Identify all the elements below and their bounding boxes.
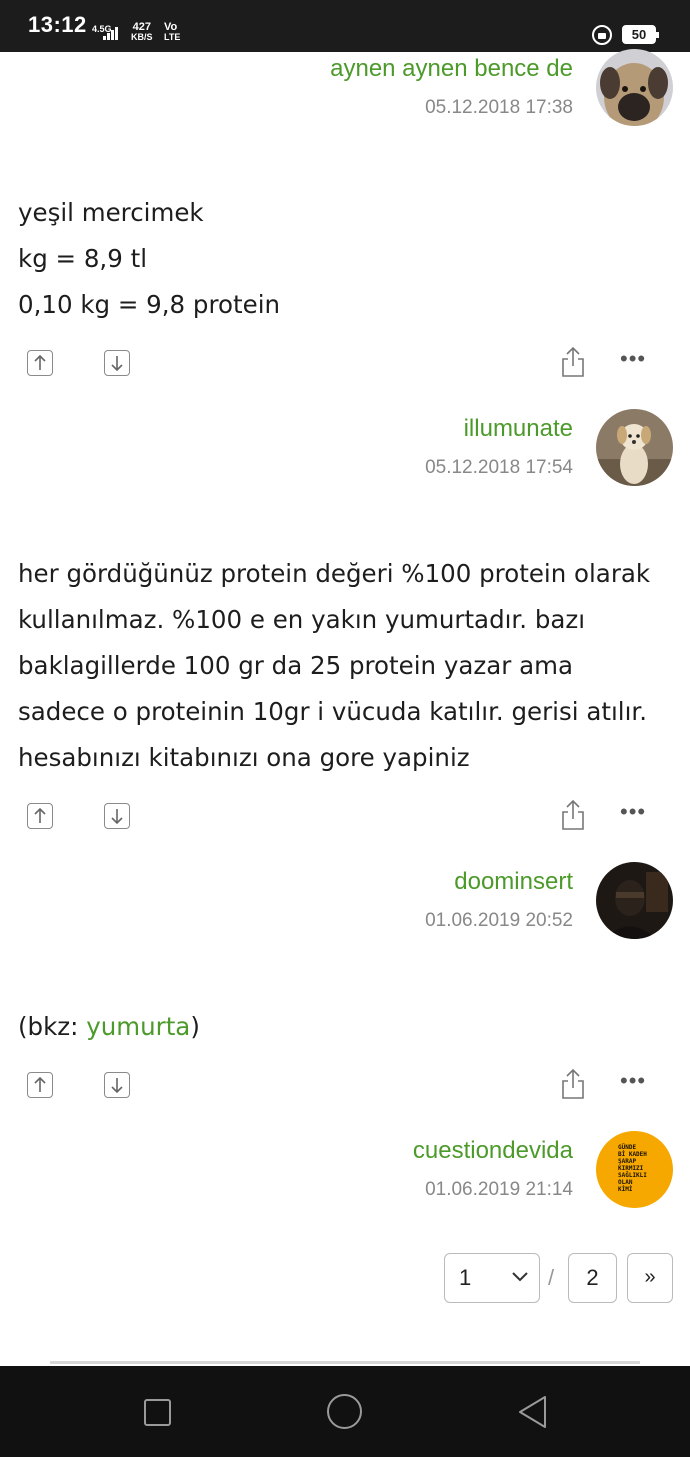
entry-line: her gördüğünüz protein değeri %100 prote… bbox=[18, 559, 651, 588]
upvote-icon[interactable] bbox=[27, 1072, 53, 1098]
bkz-suffix: ) bbox=[190, 1012, 200, 1041]
puppy-avatar[interactable] bbox=[596, 409, 673, 486]
share-icon[interactable] bbox=[560, 1068, 586, 1100]
entry-author-block: aynen aynen bence de 05.12.2018 17:38 bbox=[0, 49, 690, 135]
entry-actions: ••• bbox=[0, 1068, 690, 1108]
page-separator: / bbox=[548, 1265, 555, 1290]
network-speed: 427 KB/S bbox=[131, 21, 153, 43]
battery-icon: 50 bbox=[622, 25, 659, 44]
bkz-link[interactable]: yumurta bbox=[86, 1012, 190, 1041]
entry-author-block: cuestiondevida 01.06.2019 21:14 GÜNDE Bİ… bbox=[0, 1131, 690, 1217]
more-icon[interactable]: ••• bbox=[620, 1070, 650, 1092]
home-icon[interactable] bbox=[327, 1394, 362, 1429]
yellow-text-avatar[interactable]: GÜNDE Bİ KADEH ŞARAP KIRMIZI SAĞLIKLI OL… bbox=[596, 1131, 673, 1208]
entry-date[interactable]: 01.06.2019 21:14 bbox=[425, 1179, 573, 1201]
scroll-indicator bbox=[50, 1361, 640, 1364]
entry-date[interactable]: 01.06.2019 20:52 bbox=[425, 910, 573, 932]
entry-content: yeşil mercimek kg = 8,9 tl 0,10 kg = 9,8… bbox=[18, 190, 678, 328]
entry-content: her gördüğünüz protein değeri %100 prote… bbox=[18, 551, 678, 781]
chevron-down-icon bbox=[512, 1272, 528, 1282]
upvote-icon[interactable] bbox=[27, 350, 53, 376]
author-name[interactable]: cuestiondevida bbox=[413, 1137, 573, 1165]
dark-portrait-avatar[interactable] bbox=[596, 862, 673, 939]
entry-line: kg = 8,9 tl bbox=[18, 244, 148, 273]
page-select[interactable]: 1 bbox=[444, 1253, 540, 1303]
recent-apps-icon[interactable] bbox=[144, 1399, 171, 1426]
entry-line: sadece o proteinin 10gr i vücuda katılır… bbox=[18, 697, 647, 726]
volte-indicator: Vo LTE bbox=[164, 21, 181, 43]
signal-icon bbox=[103, 27, 123, 40]
entry-line: yeşil mercimek bbox=[18, 198, 204, 227]
entry-author-block: doominsert 01.06.2019 20:52 bbox=[0, 862, 690, 948]
downvote-icon[interactable] bbox=[104, 803, 130, 829]
author-name[interactable]: illumunate bbox=[464, 415, 573, 443]
author-name[interactable]: doominsert bbox=[454, 868, 573, 896]
entry-date[interactable]: 05.12.2018 17:38 bbox=[425, 97, 573, 119]
entry-line: 0,10 kg = 9,8 protein bbox=[18, 290, 281, 319]
share-icon[interactable] bbox=[560, 799, 586, 831]
downvote-icon[interactable] bbox=[104, 1072, 130, 1098]
author-name[interactable]: aynen aynen bence de bbox=[330, 55, 573, 83]
entry-line: kullanılmaz. %100 e en yakın yumurtadır.… bbox=[18, 605, 586, 634]
pagination: 1 / 2 » bbox=[0, 1253, 690, 1303]
next-page-button[interactable]: » bbox=[627, 1253, 673, 1303]
last-page-button[interactable]: 2 bbox=[568, 1253, 617, 1303]
system-nav-bar bbox=[0, 1366, 690, 1457]
entry-actions: ••• bbox=[0, 799, 690, 839]
status-bar: 13:12 4.5G 427 KB/S Vo LTE 50 bbox=[0, 0, 690, 52]
downvote-icon[interactable] bbox=[104, 350, 130, 376]
entry-date[interactable]: 05.12.2018 17:54 bbox=[425, 457, 573, 479]
rotation-lock-icon bbox=[592, 25, 612, 45]
entry-content: (bkz: yumurta) bbox=[18, 1004, 678, 1050]
upvote-icon[interactable] bbox=[27, 803, 53, 829]
status-time: 13:12 bbox=[28, 12, 87, 37]
entry-line: baklagillerde 100 gr da 25 protein yazar… bbox=[18, 651, 573, 680]
share-icon[interactable] bbox=[560, 346, 586, 378]
entry-author-block: illumunate 05.12.2018 17:54 bbox=[0, 409, 690, 495]
more-icon[interactable]: ••• bbox=[620, 348, 650, 370]
bkz-prefix: (bkz: bbox=[18, 1012, 87, 1041]
entry-line: hesabınızı kitabınızı ona gore yapiniz bbox=[18, 743, 470, 772]
entry-actions: ••• bbox=[0, 346, 690, 386]
mastiff-dog-avatar[interactable] bbox=[596, 49, 673, 126]
more-icon[interactable]: ••• bbox=[620, 801, 650, 823]
back-icon[interactable] bbox=[516, 1394, 550, 1430]
